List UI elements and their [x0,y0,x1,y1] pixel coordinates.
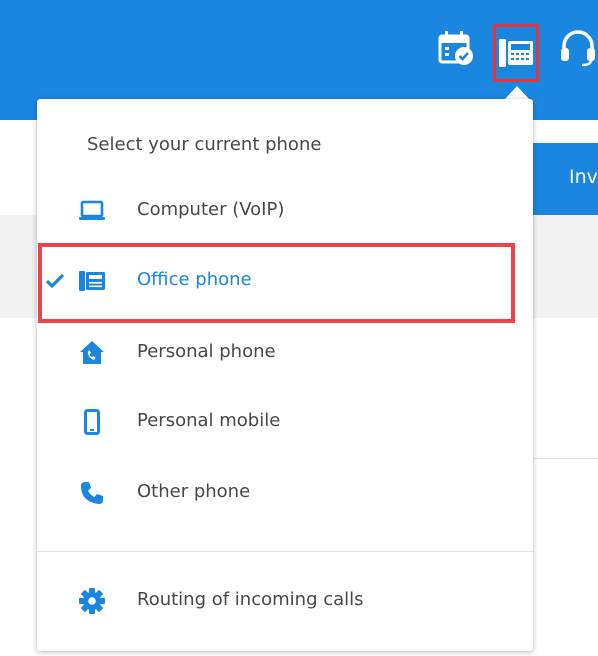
selection-highlight-box [38,243,515,323]
phone-select-menu: Select your current phone Computer (VoIP… [37,99,533,651]
gear-icon [79,588,105,614]
menu-header: Select your current phone [87,134,322,155]
menu-caret [504,86,530,100]
home-phone-icon [79,340,105,366]
menu-item-label: Personal mobile [137,410,281,431]
menu-item-label: Computer (VoIP) [137,199,285,220]
menu-item-computer-voip[interactable]: Computer (VoIP) [37,186,533,236]
menu-item-other-phone[interactable]: Other phone [37,468,533,518]
menu-divider [37,551,533,552]
menu-item-routing-incoming-calls[interactable]: Routing of incoming calls [37,576,533,626]
menu-item-personal-mobile[interactable]: Personal mobile [37,397,533,447]
headset-icon[interactable] [558,28,598,68]
menu-item-label: Routing of incoming calls [137,589,364,610]
phone-handset-icon [79,480,105,506]
calendar-check-icon[interactable] [436,28,476,68]
desk-phone-icon [499,39,533,67]
desk-phone-button[interactable] [493,24,539,82]
mobile-icon [79,409,105,435]
menu-item-personal-phone[interactable]: Personal phone [37,328,533,378]
menu-item-label: Personal phone [137,341,276,362]
menu-item-label: Other phone [137,481,251,502]
page-tab-label[interactable]: Inv [569,166,598,188]
laptop-icon [79,198,105,224]
